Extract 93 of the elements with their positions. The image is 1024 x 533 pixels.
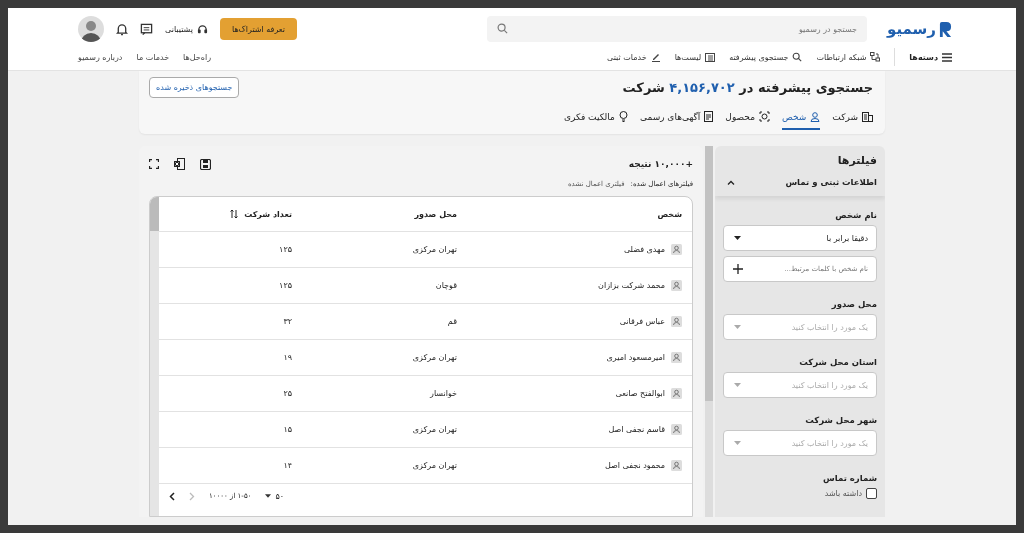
scrollbar-thumb[interactable] bbox=[705, 146, 713, 401]
dropdown-caret-icon bbox=[734, 236, 741, 240]
column-header: تعداد شرکت bbox=[244, 209, 292, 219]
building-icon bbox=[862, 111, 873, 122]
network-icon bbox=[870, 52, 881, 62]
search-icon bbox=[792, 52, 803, 62]
category-tab[interactable]: شخص bbox=[781, 107, 821, 130]
category-tab[interactable]: شرکت bbox=[832, 107, 873, 130]
search-icon bbox=[497, 23, 508, 34]
header-link[interactable]: درباره رسمیو bbox=[78, 52, 123, 62]
header-link[interactable]: خدمات ما bbox=[136, 52, 170, 62]
save-icon[interactable] bbox=[200, 158, 211, 170]
person-name-link[interactable]: قاسم نجفی اصل bbox=[608, 425, 665, 434]
scrollbar[interactable] bbox=[705, 146, 713, 517]
logo-mark-icon bbox=[939, 20, 952, 38]
table-cell: تهران مرکزی bbox=[412, 245, 457, 254]
filters-title: فیلترها bbox=[836, 154, 878, 169]
table-cell: ۱۹ bbox=[283, 353, 292, 362]
dropdown-caret-icon bbox=[734, 441, 741, 445]
person-icon bbox=[671, 388, 682, 399]
nav-link[interactable]: شبکه ارتباطات bbox=[816, 52, 881, 62]
filter-label: شماره تماس bbox=[822, 473, 877, 483]
support-button[interactable]: پشتیبانی bbox=[165, 23, 208, 35]
results-count: +۱۰,۰۰۰ نتیجه bbox=[628, 159, 693, 169]
scrollbar-thumb[interactable] bbox=[150, 197, 159, 231]
pen-icon bbox=[650, 52, 661, 62]
table-cell: ۲۵ bbox=[283, 389, 292, 398]
column-header: محل صدور bbox=[414, 209, 457, 219]
person-name-link[interactable]: محمود نجفی اصل bbox=[604, 461, 665, 470]
page-size-select[interactable]: ۵۰ bbox=[265, 491, 284, 501]
filter-label: محل صدور bbox=[830, 299, 877, 309]
menu-icon bbox=[942, 52, 952, 62]
table-cell: قوچان bbox=[435, 281, 457, 290]
table-cell: تهران مرکزی bbox=[412, 425, 457, 434]
filter-label: شهر محل شرکت bbox=[804, 415, 877, 425]
nav-link[interactable]: خدمات ثبتی bbox=[607, 52, 661, 62]
person-icon bbox=[671, 424, 682, 435]
page-title: جستجوی پیشرفته در ۴,۱۵۶,۷۰۲ شرکت bbox=[622, 80, 873, 95]
person-icon bbox=[671, 460, 682, 471]
column-header: شخص bbox=[657, 209, 682, 219]
person-name-link[interactable]: ابوالفتح صانعی bbox=[615, 389, 665, 398]
table-cell: خوانسار bbox=[430, 389, 457, 398]
excel-export-icon[interactable] bbox=[174, 158, 185, 170]
select-field[interactable]: دقیقا برابر با bbox=[723, 225, 877, 251]
header-link[interactable]: راه‌حل‌ها bbox=[183, 52, 212, 62]
product-icon bbox=[758, 111, 770, 122]
categories-menu[interactable]: دسته‌ها bbox=[909, 52, 952, 62]
sort-icon[interactable] bbox=[230, 209, 239, 219]
saved-searches-button[interactable]: جستجوهای ذخیره شده bbox=[149, 77, 240, 98]
search-field[interactable]: جستجو در رسمیو bbox=[487, 16, 867, 42]
table-cell: ۱۲۵ bbox=[279, 281, 292, 290]
checkbox[interactable] bbox=[866, 488, 877, 499]
logo[interactable]: رسمیو bbox=[887, 20, 952, 38]
person-icon bbox=[810, 111, 821, 122]
scrollbar[interactable] bbox=[150, 197, 159, 516]
lightbulb-icon bbox=[618, 111, 628, 122]
notification-bell-icon[interactable] bbox=[116, 22, 128, 36]
person-name-link[interactable]: عباس فرقانی bbox=[619, 317, 665, 326]
table-cell: ۱۴ bbox=[283, 461, 292, 470]
filter-section-header[interactable]: اطلاعات ثبتی و تماس bbox=[715, 171, 885, 196]
person-name-link[interactable]: امیرمسعود امیری bbox=[606, 353, 665, 362]
checkbox-label: داشته باشد bbox=[824, 489, 862, 498]
table-cell: ۱۲۵ bbox=[279, 245, 292, 254]
dropdown-caret-icon bbox=[734, 325, 741, 329]
table-cell: ۱۵ bbox=[283, 425, 292, 434]
next-page-icon[interactable] bbox=[169, 491, 175, 501]
headset-icon bbox=[196, 23, 208, 35]
person-icon bbox=[671, 316, 682, 327]
table-cell: تهران مرکزی bbox=[412, 461, 457, 470]
category-tab[interactable]: مالکیت فکری bbox=[563, 107, 628, 130]
subscription-button[interactable]: تعرفه اشتراک‌ها bbox=[219, 18, 297, 40]
add-icon[interactable] bbox=[733, 264, 743, 274]
nav-link[interactable]: جستجوی پیشرفته bbox=[729, 52, 803, 62]
person-name-link[interactable]: محمد شرکت بزازان bbox=[598, 281, 665, 290]
dropdown-caret-icon bbox=[734, 383, 741, 387]
table-cell: قم bbox=[447, 317, 457, 326]
person-icon bbox=[671, 244, 682, 255]
category-tab[interactable]: محصول bbox=[725, 107, 770, 130]
avatar[interactable] bbox=[78, 16, 104, 42]
dropdown-caret-icon bbox=[265, 494, 272, 498]
person-icon bbox=[671, 352, 682, 363]
fullscreen-icon[interactable] bbox=[149, 159, 159, 169]
document-icon bbox=[704, 111, 714, 122]
person-icon bbox=[671, 280, 682, 291]
table-cell: تهران مرکزی bbox=[412, 353, 457, 362]
person-name-link[interactable]: مهدی فضلی bbox=[623, 245, 665, 254]
filter-label: نام شخص bbox=[834, 210, 877, 220]
chat-icon[interactable] bbox=[140, 22, 153, 36]
filter-label: استان محل شرکت bbox=[798, 357, 877, 367]
list-icon bbox=[705, 52, 716, 62]
category-tab[interactable]: آگهی‌های رسمی bbox=[639, 107, 714, 130]
nav-link[interactable]: لیست‌ها bbox=[674, 52, 716, 62]
table-cell: ۳۲ bbox=[283, 317, 292, 326]
